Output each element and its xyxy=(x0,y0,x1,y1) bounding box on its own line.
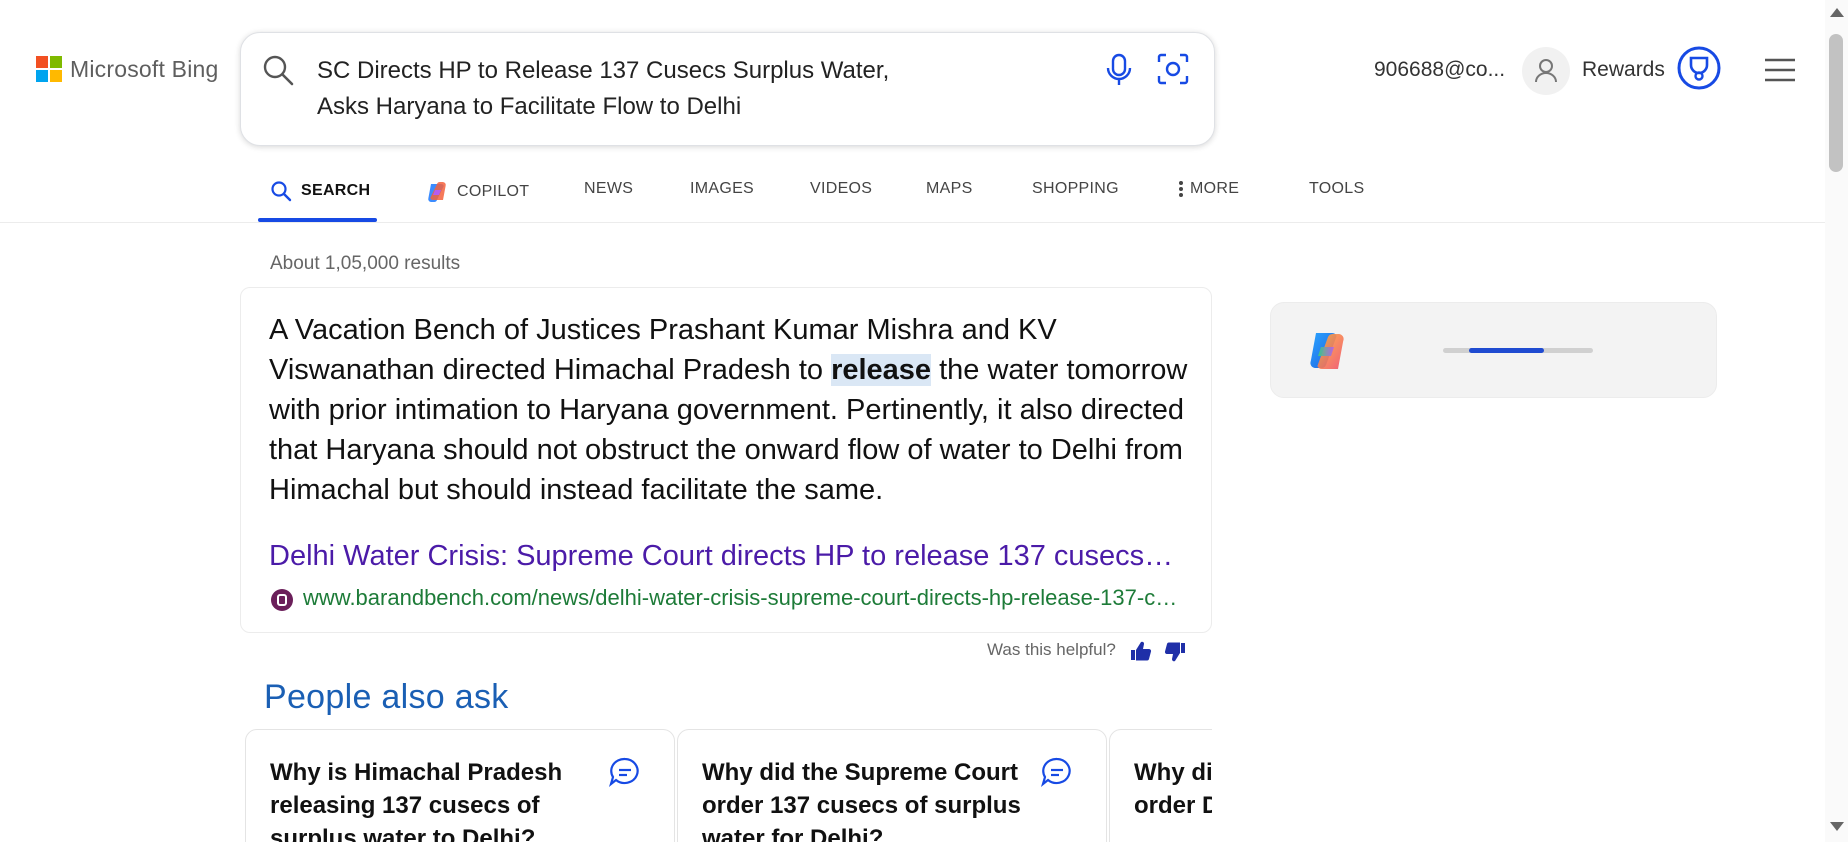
answer-card: A Vacation Bench of Justices Prashant Ku… xyxy=(240,287,1212,633)
rewards-trophy-icon[interactable] xyxy=(1676,45,1722,91)
paa-card[interactable]: Why did the Supreme Court order 137 cuse… xyxy=(677,729,1107,842)
microphone-icon[interactable] xyxy=(1103,53,1135,87)
answer-text: A Vacation Bench of Justices Prashant Ku… xyxy=(269,310,1199,510)
thumbs-up-icon[interactable] xyxy=(1130,640,1152,662)
copilot-icon xyxy=(428,182,446,202)
tab-maps[interactable]: MAPS xyxy=(926,180,973,198)
search-input[interactable]: SC Directs HP to Release 137 Cusecs Surp… xyxy=(317,53,937,125)
copilot-panel[interactable] xyxy=(1270,302,1717,398)
tab-label: TOOLS xyxy=(1309,180,1365,197)
source-title-link[interactable]: Delhi Water Crisis: Supreme Court direct… xyxy=(269,540,1181,573)
tab-label: MAPS xyxy=(926,180,973,197)
tab-label: IMAGES xyxy=(690,180,755,197)
scroll-down-arrow-icon[interactable] xyxy=(1830,822,1844,831)
paa-card[interactable]: Why is Himachal Pradesh releasing 137 cu… xyxy=(245,729,675,842)
avatar[interactable] xyxy=(1522,47,1570,95)
scroll-up-arrow-icon[interactable] xyxy=(1830,8,1844,17)
visual-search-icon[interactable] xyxy=(1155,51,1191,87)
rewards-label[interactable]: Rewards xyxy=(1582,58,1665,82)
search-icon xyxy=(271,181,292,202)
tab-more[interactable]: MORE xyxy=(1178,180,1239,198)
site-favicon-icon xyxy=(271,589,293,611)
paa-question: Why did the Supreme Court order 137 cuse… xyxy=(702,759,1021,842)
people-also-ask-title: People also ask xyxy=(264,678,509,716)
scrollbar-thumb[interactable] xyxy=(1829,34,1843,172)
source-url-link[interactable]: www.barandbench.com/news/delhi-water-cri… xyxy=(303,585,1183,611)
tab-videos[interactable]: VIDEOS xyxy=(810,180,872,198)
logo-text: Microsoft Bing xyxy=(70,55,219,82)
tab-shopping[interactable]: SHOPPING xyxy=(1032,180,1119,198)
user-icon xyxy=(1535,59,1557,83)
tab-bar: SEARCH COPILOT NEWS IMAGES VIDEOS MAPS S… xyxy=(0,160,1825,223)
chat-bubble-icon[interactable] xyxy=(608,756,642,788)
thumbs-down-icon[interactable] xyxy=(1164,642,1186,664)
search-icon[interactable] xyxy=(261,53,295,87)
tab-search[interactable]: SEARCH xyxy=(270,180,370,202)
paa-question: Why is Himachal Pradesh releasing 137 cu… xyxy=(270,759,563,842)
bing-logo[interactable]: Microsoft Bing xyxy=(36,54,219,84)
tab-label: MORE xyxy=(1190,180,1240,197)
tab-copilot[interactable]: COPILOT xyxy=(425,180,529,204)
loading-progress-fill xyxy=(1469,348,1545,353)
more-vertical-icon xyxy=(1179,181,1183,197)
hamburger-menu-icon[interactable] xyxy=(1764,58,1796,82)
active-tab-indicator xyxy=(258,218,377,222)
search-box[interactable]: SC Directs HP to Release 137 Cusecs Surp… xyxy=(240,32,1215,146)
paa-card[interactable]: Why did the Supreme Court order Delhi xyxy=(1109,729,1212,842)
vertical-scrollbar[interactable] xyxy=(1825,0,1848,842)
tab-news[interactable]: NEWS xyxy=(584,180,633,198)
tab-images[interactable]: IMAGES xyxy=(690,180,754,198)
account-email[interactable]: 906688@co... xyxy=(1374,58,1506,82)
feedback-label: Was this helpful? xyxy=(987,640,1116,659)
result-count: About 1,05,000 results xyxy=(270,253,461,274)
tab-label: SHOPPING xyxy=(1032,180,1119,197)
answer-highlight: release xyxy=(831,354,932,386)
people-also-ask-carousel: Why is Himachal Pradesh releasing 137 cu… xyxy=(245,729,1212,842)
tab-label: VIDEOS xyxy=(810,180,873,197)
loading-progress-bar xyxy=(1443,348,1593,353)
paa-question: Why did the Supreme Court order Delhi xyxy=(1134,759,1212,819)
tab-tools[interactable]: TOOLS xyxy=(1309,180,1364,198)
copilot-logo-icon xyxy=(1310,332,1344,370)
chat-bubble-icon[interactable] xyxy=(1040,756,1074,788)
tab-label: SEARCH xyxy=(301,182,371,199)
tab-label: COPILOT xyxy=(457,183,530,200)
tab-label: NEWS xyxy=(584,180,634,197)
microsoft-logo-icon xyxy=(36,56,62,82)
